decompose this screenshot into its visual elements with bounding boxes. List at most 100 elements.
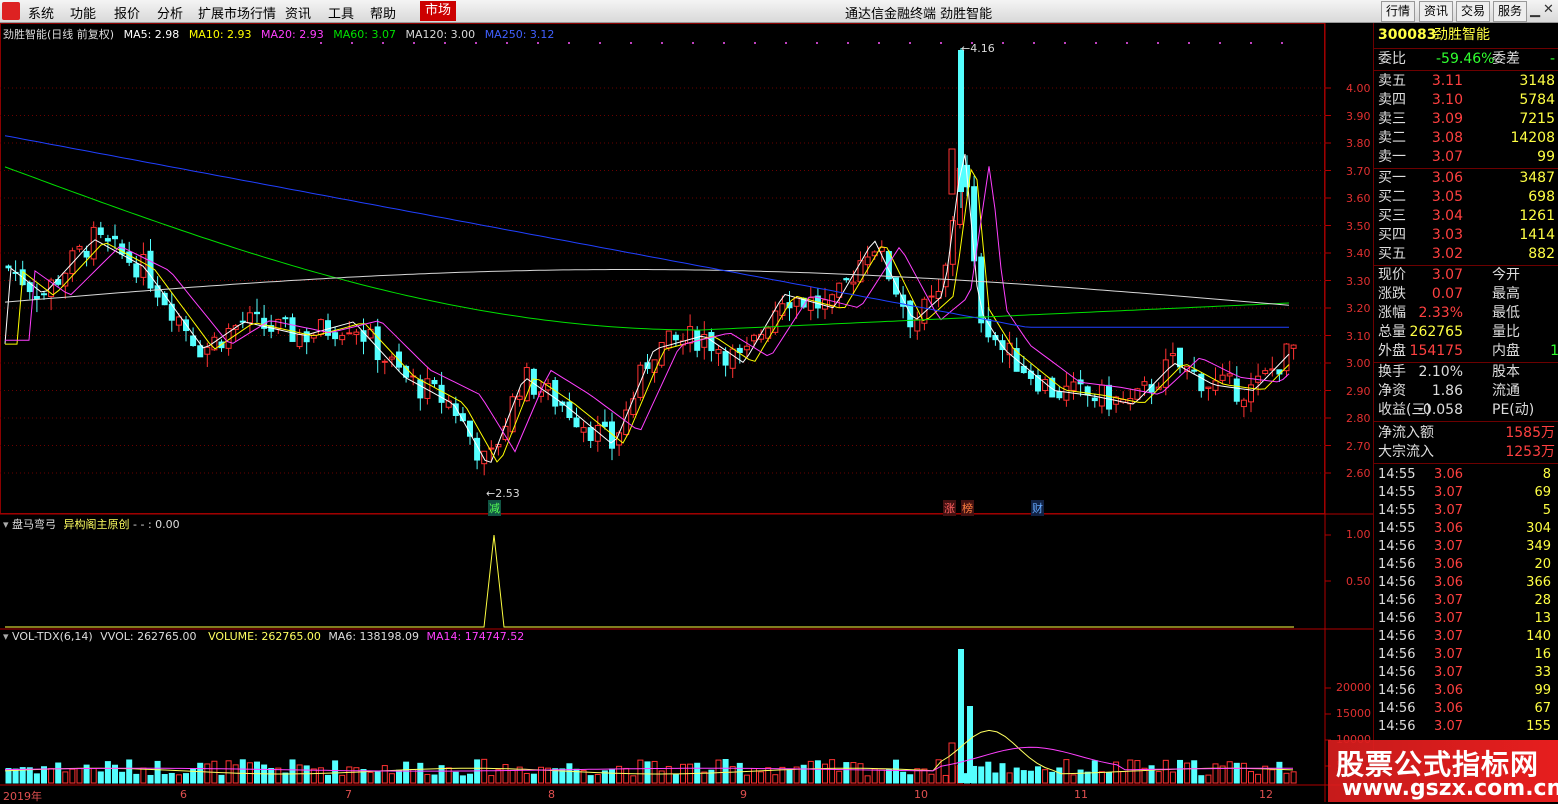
volume-value: VOLUME: 262765.00 — [208, 630, 321, 643]
menu-system[interactable]: 系统 — [28, 3, 54, 22]
buy-row[interactable]: 买三 3.04 1261 — [1378, 207, 1558, 226]
buy-row[interactable]: 买五 3.02 882 — [1378, 245, 1558, 264]
kline-chart-area[interactable]: 劲胜智能(日线 前复权) MA5: 2.98 MA10: 2.93 MA20: … — [0, 23, 1373, 803]
price-tick: 2.90 — [1346, 385, 1371, 398]
volume-bar — [878, 769, 885, 784]
price-tick: 3.30 — [1346, 275, 1371, 288]
volume-bar — [1020, 770, 1027, 784]
volume-bar — [1283, 772, 1290, 784]
sell-row[interactable]: 卖五 3.11 3148 — [1378, 72, 1558, 91]
service-button[interactable]: 服务 — [1493, 1, 1528, 22]
volume-bar — [907, 774, 914, 784]
sell-row[interactable]: 卖一 3.07 99 — [1378, 148, 1558, 167]
tick-volume: 5 — [1542, 503, 1551, 518]
volume-bar — [523, 772, 530, 784]
menu-news[interactable]: 资讯 — [285, 3, 311, 22]
candle-body — [779, 303, 786, 316]
flow-row: 大宗流入 1253万 — [1378, 444, 1555, 460]
app-logo-icon[interactable] — [2, 2, 20, 20]
ma20-line — [5, 166, 1290, 453]
buy-row[interactable]: 买一 3.06 3487 — [1378, 169, 1558, 188]
volume-bar — [644, 761, 651, 784]
quote-button[interactable]: 行情 — [1381, 1, 1416, 22]
ranking-tag[interactable]: 榜 — [961, 500, 974, 516]
collapse-icon[interactable]: ▾ — [3, 518, 9, 531]
buy-row[interactable]: 买四 3.03 1414 — [1378, 226, 1558, 245]
candle-body — [1233, 378, 1240, 402]
stat-row: 净资 1.86 流通 — [1378, 383, 1520, 399]
tick-row: 14:56 3.06 366 — [1378, 574, 1558, 592]
menu-help[interactable]: 帮助 — [370, 3, 396, 22]
close-icon[interactable]: ✕ — [1543, 2, 1554, 17]
volume-bar — [12, 768, 19, 784]
quote-panel: 300083 劲胜智能 委比 -59.46% 委差 - 卖五 3.11 3148 卖… — [1373, 23, 1558, 802]
sell-row[interactable]: 卖二 3.08 14208 — [1378, 129, 1558, 148]
volume-bar — [467, 773, 473, 784]
signal-dot — [413, 42, 415, 44]
tick-time: 14:56 — [1378, 539, 1416, 554]
tick-row: 14:56 3.07 33 — [1378, 664, 1558, 682]
menu-function[interactable]: 功能 — [70, 3, 96, 22]
menu-quote[interactable]: 报价 — [114, 3, 140, 22]
candle-body — [793, 297, 800, 307]
menu-tools[interactable]: 工具 — [328, 3, 354, 22]
volume-bar — [736, 762, 743, 784]
signal-dot — [506, 42, 508, 44]
candle-body — [1070, 381, 1077, 391]
ma20-value: MA20: 2.93 — [261, 28, 324, 41]
volume-bar — [495, 769, 502, 784]
volume-bar — [509, 769, 516, 784]
sell-row[interactable]: 卖三 3.09 7215 — [1378, 110, 1558, 129]
kline-chart-svg[interactable] — [0, 23, 1373, 802]
ma250-value: MA250: 3.12 — [484, 28, 555, 41]
price-tick: 2.70 — [1346, 440, 1371, 453]
volume-bar — [133, 773, 140, 784]
price-tick: 2.80 — [1346, 412, 1371, 425]
volume-bar — [502, 764, 509, 784]
candle-body — [374, 326, 381, 361]
volume-bar — [1198, 775, 1205, 784]
buy-row[interactable]: 买二 3.05 698 — [1378, 188, 1558, 207]
volume-bar — [985, 761, 992, 784]
reduce-tag[interactable]: 减 — [488, 500, 501, 516]
minimize-icon[interactable]: ▁ — [1530, 3, 1540, 18]
trade-button[interactable]: 交易 — [1456, 1, 1491, 22]
volume-bar — [893, 759, 899, 784]
tick-time: 14:55 — [1378, 467, 1416, 482]
ma120-line — [4, 269, 1290, 306]
sell-row[interactable]: 卖四 3.10 5784 — [1378, 91, 1558, 110]
tick-row: 14:56 3.07 155 — [1378, 718, 1558, 736]
collapse-icon[interactable]: ▾ — [3, 630, 9, 643]
volume-bar — [978, 766, 985, 784]
menu-analysis[interactable]: 分析 — [157, 3, 183, 22]
limit-up-tag[interactable]: 涨 — [943, 500, 956, 516]
candle-body — [417, 379, 424, 399]
tick-volume: 20 — [1534, 557, 1551, 572]
volume-bar — [1184, 762, 1191, 784]
candle-body — [445, 400, 452, 408]
volume-bar — [992, 772, 999, 784]
candle-body — [1219, 374, 1226, 381]
volume-bar — [1098, 771, 1105, 784]
weibi-value: -59.46% — [1436, 51, 1495, 67]
volume-bar — [864, 775, 871, 784]
date-tick: 10 — [914, 788, 928, 801]
menu-extended-market[interactable]: 扩展市场行情 — [198, 3, 276, 22]
signal-dot — [785, 42, 787, 44]
volume-bar — [403, 761, 410, 784]
finance-tag[interactable]: 财 — [1031, 500, 1044, 516]
tick-time: 14:55 — [1378, 485, 1416, 500]
volume-bar — [424, 773, 431, 784]
tick-row: 14:56 3.07 349 — [1378, 538, 1558, 556]
news-button[interactable]: 资讯 — [1419, 1, 1454, 22]
menu-market[interactable]: 市场 — [420, 1, 457, 21]
volume-bar — [289, 759, 296, 784]
volume-bar — [339, 774, 346, 784]
tick-time: 14:56 — [1378, 593, 1416, 608]
signal-dot — [909, 42, 911, 44]
tick-volume: 69 — [1534, 485, 1551, 500]
volume-bar — [388, 773, 395, 784]
volume-bar — [154, 760, 161, 784]
ma120-value: MA120: 3.00 — [405, 28, 476, 41]
price-tick: 3.80 — [1346, 137, 1371, 150]
